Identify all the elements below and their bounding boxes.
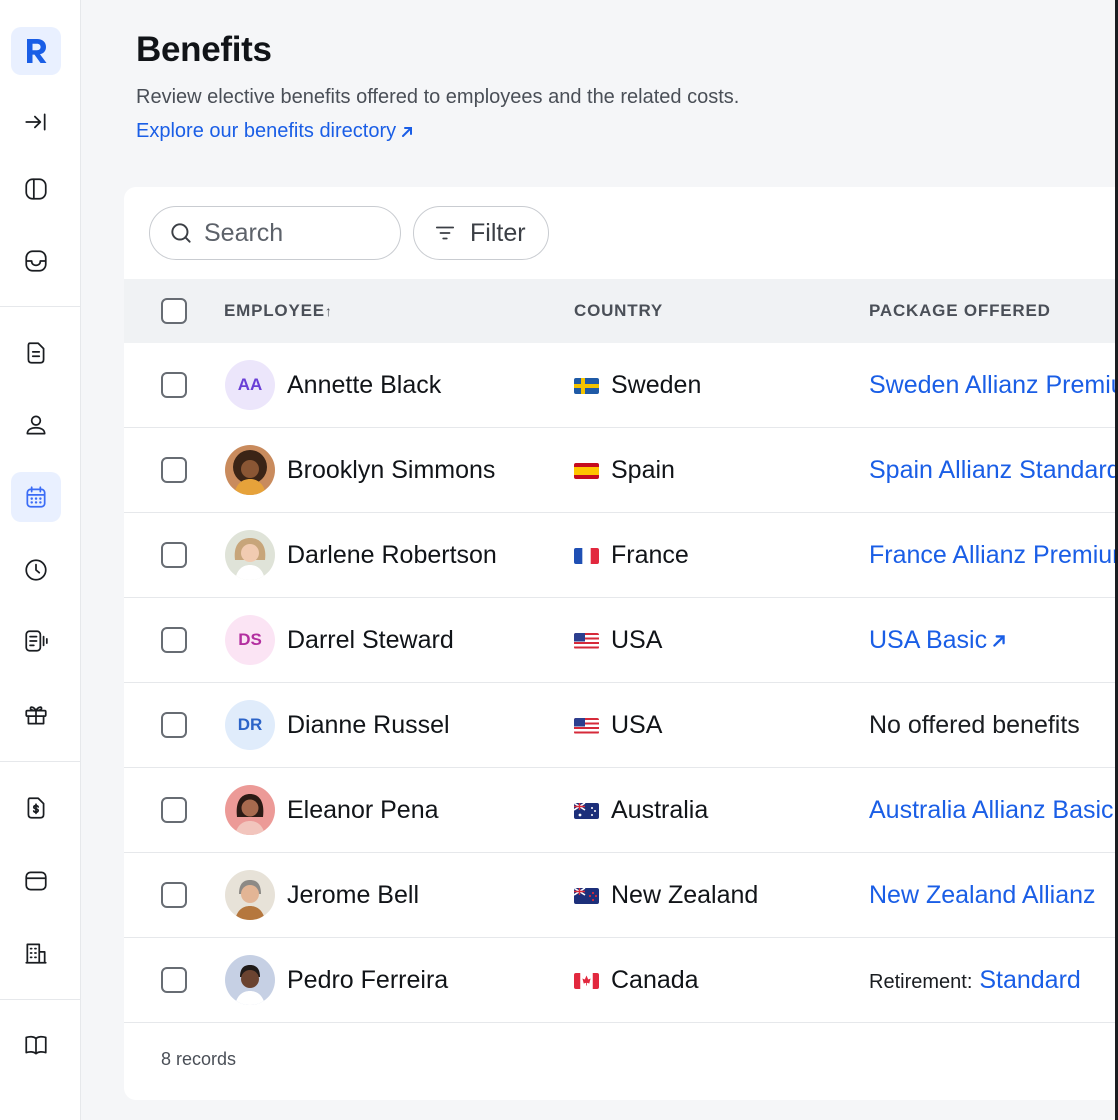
sidebar	[0, 0, 81, 1120]
filter-label: Filter	[470, 218, 526, 247]
australia-flag-icon	[574, 803, 599, 819]
country-name: Australia	[611, 796, 709, 824]
select-all-checkbox[interactable]	[161, 298, 187, 324]
sort-ascending-icon: ↑	[324, 303, 333, 319]
building-icon[interactable]	[11, 928, 61, 978]
package-link[interactable]: USA Basic	[869, 626, 1007, 655]
filter-icon	[435, 226, 455, 240]
person-icon[interactable]	[11, 400, 61, 450]
invoice-dollar-icon[interactable]	[11, 783, 61, 833]
table-row[interactable]: DR Dianne Russel USA No offered benefits	[124, 683, 1118, 768]
logo-icon	[27, 39, 47, 63]
clock-icon[interactable]	[11, 545, 61, 595]
avatar: DS	[225, 615, 275, 665]
package-prefix: Retirement:	[869, 971, 973, 993]
expand-sidebar-icon[interactable]	[11, 97, 61, 147]
table-row[interactable]: Darlene Robertson France France Allianz …	[124, 513, 1118, 598]
column-employee[interactable]: EMPLOYEE↑	[224, 301, 333, 321]
country-name: USA	[611, 626, 663, 654]
avatar: DR	[225, 700, 275, 750]
row-checkbox[interactable]	[161, 967, 187, 993]
employee-name: Pedro Ferreira	[287, 966, 449, 994]
card-icon[interactable]	[11, 856, 61, 906]
avatar	[225, 530, 275, 580]
new-zealand-flag-icon	[574, 888, 599, 904]
calendar-icon[interactable]	[11, 472, 61, 522]
row-checkbox[interactable]	[161, 882, 187, 908]
table-row[interactable]: Brooklyn Simmons Spain Spain Allianz Sta…	[124, 428, 1118, 513]
table-header: EMPLOYEE↑ COUNTRY PACKAGE OFFERED	[124, 279, 1118, 343]
record-count: 8 records	[161, 1049, 237, 1069]
employee-name: Darlene Robertson	[287, 541, 497, 569]
employee-name: Annette Black	[287, 371, 442, 399]
table-row[interactable]: DS Darrel Steward USA USA Basic	[124, 598, 1118, 683]
spain-flag-icon	[574, 463, 599, 479]
row-checkbox[interactable]	[161, 797, 187, 823]
row-checkbox[interactable]	[161, 627, 187, 653]
external-link-icon	[402, 126, 413, 137]
app-logo[interactable]	[11, 27, 61, 75]
row-checkbox[interactable]	[161, 542, 187, 568]
package-link[interactable]: Australia Allianz Basic	[869, 796, 1114, 825]
column-employee-label: EMPLOYEE	[224, 301, 325, 320]
sidebar-divider	[0, 306, 80, 307]
panel-icon[interactable]	[11, 164, 61, 214]
package-link[interactable]: France Allianz Premium	[869, 541, 1118, 570]
package-status: No offered benefits	[869, 711, 1080, 739]
filter-button[interactable]: Filter	[413, 206, 549, 260]
avatar	[225, 445, 275, 495]
usa-flag-icon	[574, 633, 599, 649]
external-link-icon	[993, 634, 1005, 647]
column-country[interactable]: COUNTRY	[574, 301, 663, 321]
row-checkbox[interactable]	[161, 712, 187, 738]
inbox-icon[interactable]	[11, 236, 61, 286]
benefits-table-card: Filter EMPLOYEE↑ COUNTRY PACKAGE OFFERED…	[124, 187, 1118, 1100]
book-icon[interactable]	[11, 1020, 61, 1070]
document-icon[interactable]	[11, 328, 61, 378]
row-checkbox[interactable]	[161, 457, 187, 483]
france-flag-icon	[574, 548, 599, 564]
country-name: USA	[611, 711, 663, 739]
package-link-label: USA Basic	[869, 626, 988, 654]
table-row[interactable]: Jerome Bell New Zealand New Zealand Alli…	[124, 853, 1118, 938]
country-name: Canada	[611, 966, 699, 994]
search-icon	[171, 223, 191, 243]
employee-name: Jerome Bell	[287, 881, 419, 909]
package-link[interactable]: New Zealand Allianz	[869, 881, 1096, 910]
employee-name: Eleanor Pena	[287, 796, 439, 824]
employee-name: Darrel Steward	[287, 626, 454, 654]
country-name: Sweden	[611, 371, 702, 399]
column-package-offered[interactable]: PACKAGE OFFERED	[869, 301, 1051, 321]
avatar	[225, 785, 275, 835]
avatar: AA	[225, 360, 275, 410]
sweden-flag-icon	[574, 378, 599, 394]
benefits-directory-link[interactable]: Explore our benefits directory	[136, 120, 414, 143]
employee-name: Brooklyn Simmons	[287, 456, 496, 484]
benefits-directory-link-label: Explore our benefits directory	[136, 120, 397, 142]
canada-flag-icon	[574, 973, 599, 989]
avatar	[225, 955, 275, 1005]
table-row[interactable]: AA Annette Black Sweden Sweden Allianz P…	[124, 343, 1118, 428]
avatar	[225, 870, 275, 920]
table-row[interactable]: Eleanor Pena Australia Australia Allianz…	[124, 768, 1118, 853]
package-cell: Retirement: Standard	[869, 966, 1081, 995]
table-row[interactable]: Pedro Ferreira Canada Retirement: Standa…	[124, 938, 1118, 1023]
country-name: New Zealand	[611, 881, 759, 909]
package-link[interactable]: Spain Allianz Standard	[869, 456, 1118, 485]
sidebar-divider	[0, 761, 80, 762]
gift-icon[interactable]	[11, 690, 61, 740]
country-name: France	[611, 541, 689, 569]
report-icon[interactable]	[11, 616, 61, 666]
page-description: Review elective benefits offered to empl…	[136, 86, 740, 108]
page-title: Benefits	[136, 30, 272, 69]
country-name: Spain	[611, 456, 675, 484]
employee-name: Dianne Russel	[287, 711, 450, 739]
package-link[interactable]: Sweden Allianz Premium	[869, 371, 1118, 400]
sidebar-divider	[0, 999, 80, 1000]
search-box[interactable]	[149, 206, 401, 260]
usa-flag-icon	[574, 718, 599, 734]
row-checkbox[interactable]	[161, 372, 187, 398]
search-input[interactable]	[204, 218, 374, 248]
package-link[interactable]: Standard	[979, 966, 1080, 995]
